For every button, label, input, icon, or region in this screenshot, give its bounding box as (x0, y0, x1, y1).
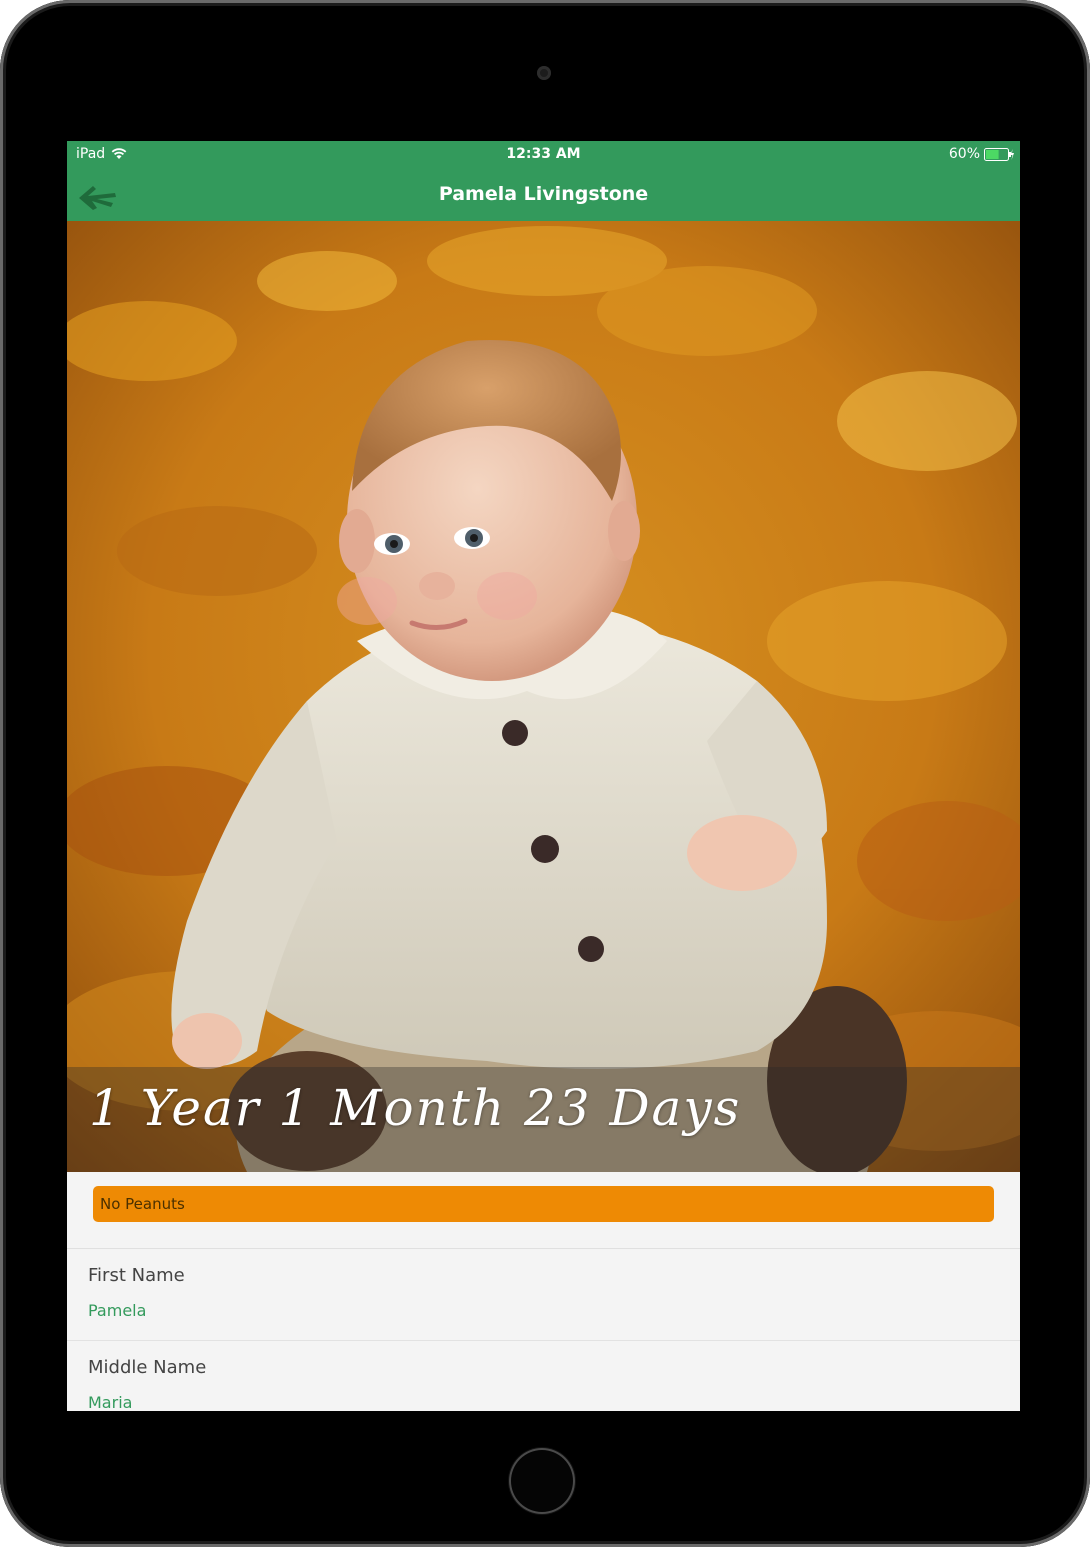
app-screen: iPad 12:33 AM 60% Pamela Livingstone 1 Y… (67, 141, 1020, 1411)
middle-name-row[interactable]: Middle Name Maria (67, 1341, 1020, 1411)
profile-photo (67, 221, 1020, 1172)
allergy-row: No Peanuts (67, 1172, 1020, 1249)
battery-percent: 60% (948, 146, 980, 162)
ipad-device-frame: iPad 12:33 AM 60% Pamela Livingstone 1 Y… (0, 0, 1090, 1547)
status-right: 60% (949, 146, 1014, 162)
status-bar: iPad 12:33 AM 60% (67, 141, 1020, 167)
navigation-bar: Pamela Livingstone (67, 167, 1020, 221)
allergy-badge[interactable]: No Peanuts (93, 1186, 994, 1222)
first-name-value: Pamela (88, 1301, 147, 1320)
first-name-row[interactable]: First Name Pamela (67, 1249, 1020, 1341)
battery-icon (984, 147, 1014, 161)
profile-photo-section: 1 Year 1 Month 23 Days (67, 221, 1020, 1172)
first-name-label: First Name (88, 1265, 185, 1286)
age-banner: 1 Year 1 Month 23 Days (67, 1067, 1020, 1172)
middle-name-label: Middle Name (88, 1357, 207, 1378)
status-time: 12:33 AM (506, 146, 581, 162)
middle-name-value: Maria (88, 1393, 133, 1411)
camera-icon (537, 66, 551, 80)
profile-details: No Peanuts First Name Pamela Middle Name… (67, 1172, 1020, 1411)
page-title: Pamela Livingstone (438, 183, 649, 205)
home-button[interactable] (509, 1448, 575, 1514)
age-text: 1 Year 1 Month 23 Days (89, 1079, 742, 1137)
